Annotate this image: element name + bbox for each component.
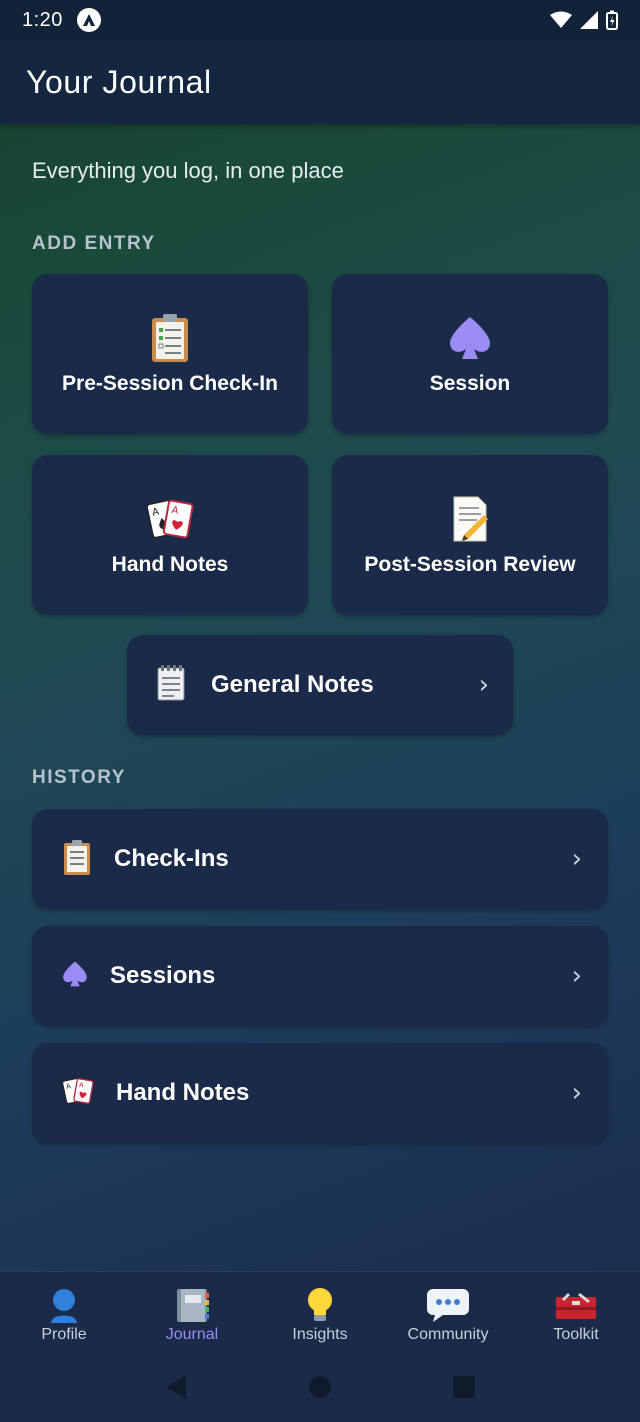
nav-label: Journal [165,1326,219,1343]
history-item-hand-notes[interactable]: A A Hand Notes › [32,1043,608,1143]
history-item-label: Hand Notes [116,1079,250,1106]
tile-label: Hand Notes [111,553,229,576]
clipboard-icon [150,312,190,364]
recents-icon[interactable] [452,1375,476,1399]
bottom-nav: Profile Journal Insights Community Toolk… [0,1271,640,1352]
nav-label: Profile [41,1326,87,1343]
chevron-right-icon: › [571,844,582,874]
chevron-right-icon: › [571,1078,582,1108]
nav-item-journal[interactable]: Journal [128,1272,256,1352]
journal-icon [173,1286,211,1324]
lightbulb-icon [305,1286,335,1324]
playing-cards-icon: A A [62,1075,94,1112]
nav-label: Insights [292,1326,348,1343]
tile-label: Pre-Session Check-In [62,372,278,395]
battery-icon [606,10,618,30]
signal-icon [580,11,598,29]
history-item-label: Check-Ins [114,845,229,872]
status-bar: 1:20 [0,0,640,40]
tile-label: Session [429,372,511,395]
history-item-sessions[interactable]: Sessions › [32,926,608,1026]
pre-session-check-in-tile[interactable]: Pre-Session Check-In [32,274,308,434]
app-header: Your Journal [0,40,640,124]
nav-item-profile[interactable]: Profile [0,1272,128,1352]
add-entry-heading: ADD ENTRY [32,233,156,254]
post-session-review-tile[interactable]: Post-Session Review [332,455,608,615]
clipboard-icon [62,839,92,880]
notepad-icon [155,664,187,707]
nav-label: Toolkit [553,1326,599,1343]
general-notes-label: General Notes [211,671,374,698]
nav-item-insights[interactable]: Insights [256,1272,384,1352]
status-time: 1:20 [22,8,63,31]
page-title: Your Journal [26,64,212,100]
history-item-check-ins[interactable]: Check-Ins › [32,809,608,909]
home-icon[interactable] [308,1375,332,1399]
wifi-icon [550,11,572,28]
general-notes-button[interactable]: General Notes › [127,635,513,735]
tile-label: Post-Session Review [364,553,576,576]
nav-item-toolkit[interactable]: Toolkit [512,1272,640,1352]
session-tile[interactable]: Session [332,274,608,434]
profile-icon [48,1286,80,1324]
notification-app-icon [76,8,101,32]
page-subtitle: Everything you log, in one place [32,158,344,183]
hand-notes-tile[interactable]: A A Hand Notes [32,455,308,615]
playing-cards-icon: A A [146,493,194,545]
history-heading: HISTORY [32,767,126,788]
memo-icon [450,493,490,545]
nav-item-community[interactable]: Community [384,1272,512,1352]
system-nav-bar [0,1351,640,1422]
chevron-right-icon: › [478,670,489,700]
toolbox-icon [554,1286,598,1324]
history-item-label: Sessions [110,962,216,989]
back-icon[interactable] [164,1374,188,1400]
nav-label: Community [407,1326,489,1343]
spade-icon [62,960,88,993]
spade-icon [448,312,492,364]
speech-bubble-icon [425,1286,471,1324]
chevron-right-icon: › [571,961,582,991]
